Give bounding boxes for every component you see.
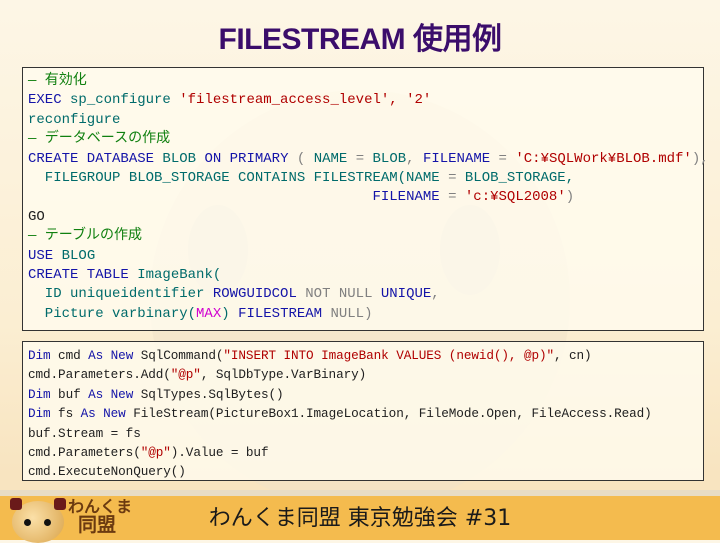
code-token: — 有効化: [28, 73, 87, 89]
code-token: "@p": [140, 444, 171, 460]
code-token: NULL): [322, 305, 373, 322]
code-token: "INSERT INTO ImageBank VALUES (newid(), …: [223, 348, 554, 363]
code-token: ): [221, 305, 239, 322]
code-token: BLOB: [154, 150, 205, 167]
code-token: =: [355, 150, 373, 167]
code-token: Dim: [28, 348, 51, 363]
code-line: cmd.Parameters.Add("@p", SqlDbType.VarBi…: [28, 365, 703, 384]
code-token: 'c:¥SQL2008': [464, 189, 566, 206]
code-token: As New: [88, 348, 134, 363]
code-token: FILENAME: [372, 189, 440, 206]
code-line: — データベースの作成: [28, 130, 703, 149]
code-token: EXEC: [28, 92, 62, 109]
code-token: BLOB_STORAGE,: [464, 169, 575, 186]
code-token: ,: [406, 150, 423, 167]
code-token: — テーブルの作成: [28, 228, 142, 245]
code-token: CREATE TABLE: [28, 266, 129, 283]
code-token: BLOB: [372, 150, 407, 167]
code-line: CREATE DATABASE BLOB ON PRIMARY ( NAME =…: [28, 150, 709, 169]
code-token: NAME: [313, 150, 356, 167]
code-token: fs: [50, 406, 81, 422]
code-line: Dim buf As New SqlTypes.SqlBytes(): [28, 385, 703, 404]
vb-code-block: Dim cmd As New SqlCommand("INSERT INTO I…: [22, 341, 704, 481]
code-token: Dim: [28, 406, 51, 422]
code-token: As New: [80, 406, 126, 422]
code-token: , cn): [554, 348, 592, 363]
code-line: CREATE TABLE ImageBank(: [28, 266, 703, 285]
code-token: SqlTypes.SqlBytes(): [133, 386, 284, 402]
code-token: , SqlDbType.VarBinary): [200, 367, 367, 383]
code-line: cmd.Parameters("@p").Value = buf: [28, 443, 703, 462]
code-line: — 有効化: [28, 72, 703, 91]
code-token: FILENAME: [422, 150, 491, 167]
code-token: — データベースの作成: [28, 131, 171, 148]
code-token: =: [490, 150, 516, 167]
code-token: Dim: [28, 386, 51, 402]
code-token: ),: [691, 150, 709, 167]
code-token: (: [288, 150, 314, 167]
code-token: BLOG: [53, 247, 96, 264]
code-token: SqlCommand(: [133, 348, 224, 363]
footer-text: わんくま同盟 東京勉強会 #31: [208, 506, 512, 531]
code-line: USE BLOG: [28, 247, 703, 266]
code-line: — テーブルの作成: [28, 227, 703, 246]
code-token: ID uniqueidentifier: [28, 286, 213, 303]
slide-title: FILESTREAM 使用例: [218, 23, 503, 56]
code-token: buf.Stream = fs: [28, 425, 141, 441]
code-token: cmd: [50, 348, 89, 363]
code-token: NOT NULL: [296, 286, 381, 303]
code-line: reconfigure: [28, 111, 703, 130]
code-token: Picture varbinary(: [28, 305, 197, 322]
code-token: 'C:¥SQLWork¥BLOB.mdf': [515, 150, 692, 167]
code-token: GO: [28, 208, 45, 225]
code-line: FILENAME = 'c:¥SQL2008'): [28, 188, 703, 207]
code-token: sp_configure: [61, 92, 180, 109]
code-line: Dim cmd As New SqlCommand("INSERT INTO I…: [28, 346, 703, 365]
code-token: ROWGUIDCOL: [212, 286, 297, 303]
code-token: =: [439, 189, 465, 206]
code-token: ).Value = buf: [170, 444, 269, 460]
code-token: FILESTREAM: [238, 305, 323, 322]
code-line: FILEGROUP BLOB_STORAGE CONTAINS FILESTRE…: [28, 169, 703, 188]
code-token: cmd.Parameters.Add(: [28, 367, 171, 383]
code-line: EXEC sp_configure 'filestream_access_lev…: [28, 91, 703, 110]
code-token: ON PRIMARY: [204, 150, 289, 167]
code-token: 'filestream_access_level', '2': [179, 92, 432, 109]
code-token: FileStream(PictureBox1.ImageLocation, Fi…: [125, 406, 652, 422]
code-line: Dim fs As New FileStream(PictureBox1.Ima…: [28, 404, 703, 423]
code-token: reconfigure: [28, 111, 121, 128]
code-token: buf: [50, 386, 89, 402]
code-token: ImageBank(: [128, 266, 222, 283]
code-token: UNIQUE: [380, 286, 432, 303]
code-line: buf.Stream = fs: [28, 424, 703, 443]
code-token: MAX: [196, 305, 222, 322]
code-token: As New: [88, 386, 134, 402]
code-token: CREATE DATABASE: [28, 150, 155, 167]
code-token: FILEGROUP BLOB_STORAGE CONTAINS FILESTRE…: [28, 169, 440, 186]
code-token: ,: [431, 286, 440, 303]
code-line: ID uniqueidentifier ROWGUIDCOL NOT NULL …: [28, 285, 703, 304]
code-line: GO: [28, 208, 703, 227]
sql-code-block: — 有効化 EXEC sp_configure 'filestream_acces…: [22, 67, 709, 331]
code-token: =: [439, 169, 465, 186]
code-line: Picture varbinary(MAX) FILESTREAM NULL): [28, 305, 703, 324]
code-token: "@p": [170, 367, 201, 383]
code-line: cmd.ExecuteNonQuery(): [28, 462, 703, 481]
code-token: USE: [28, 247, 54, 264]
code-token: cmd.Parameters(: [28, 444, 141, 460]
code-token: ): [565, 189, 575, 206]
code-token: cmd.ExecuteNonQuery(): [28, 464, 186, 480]
